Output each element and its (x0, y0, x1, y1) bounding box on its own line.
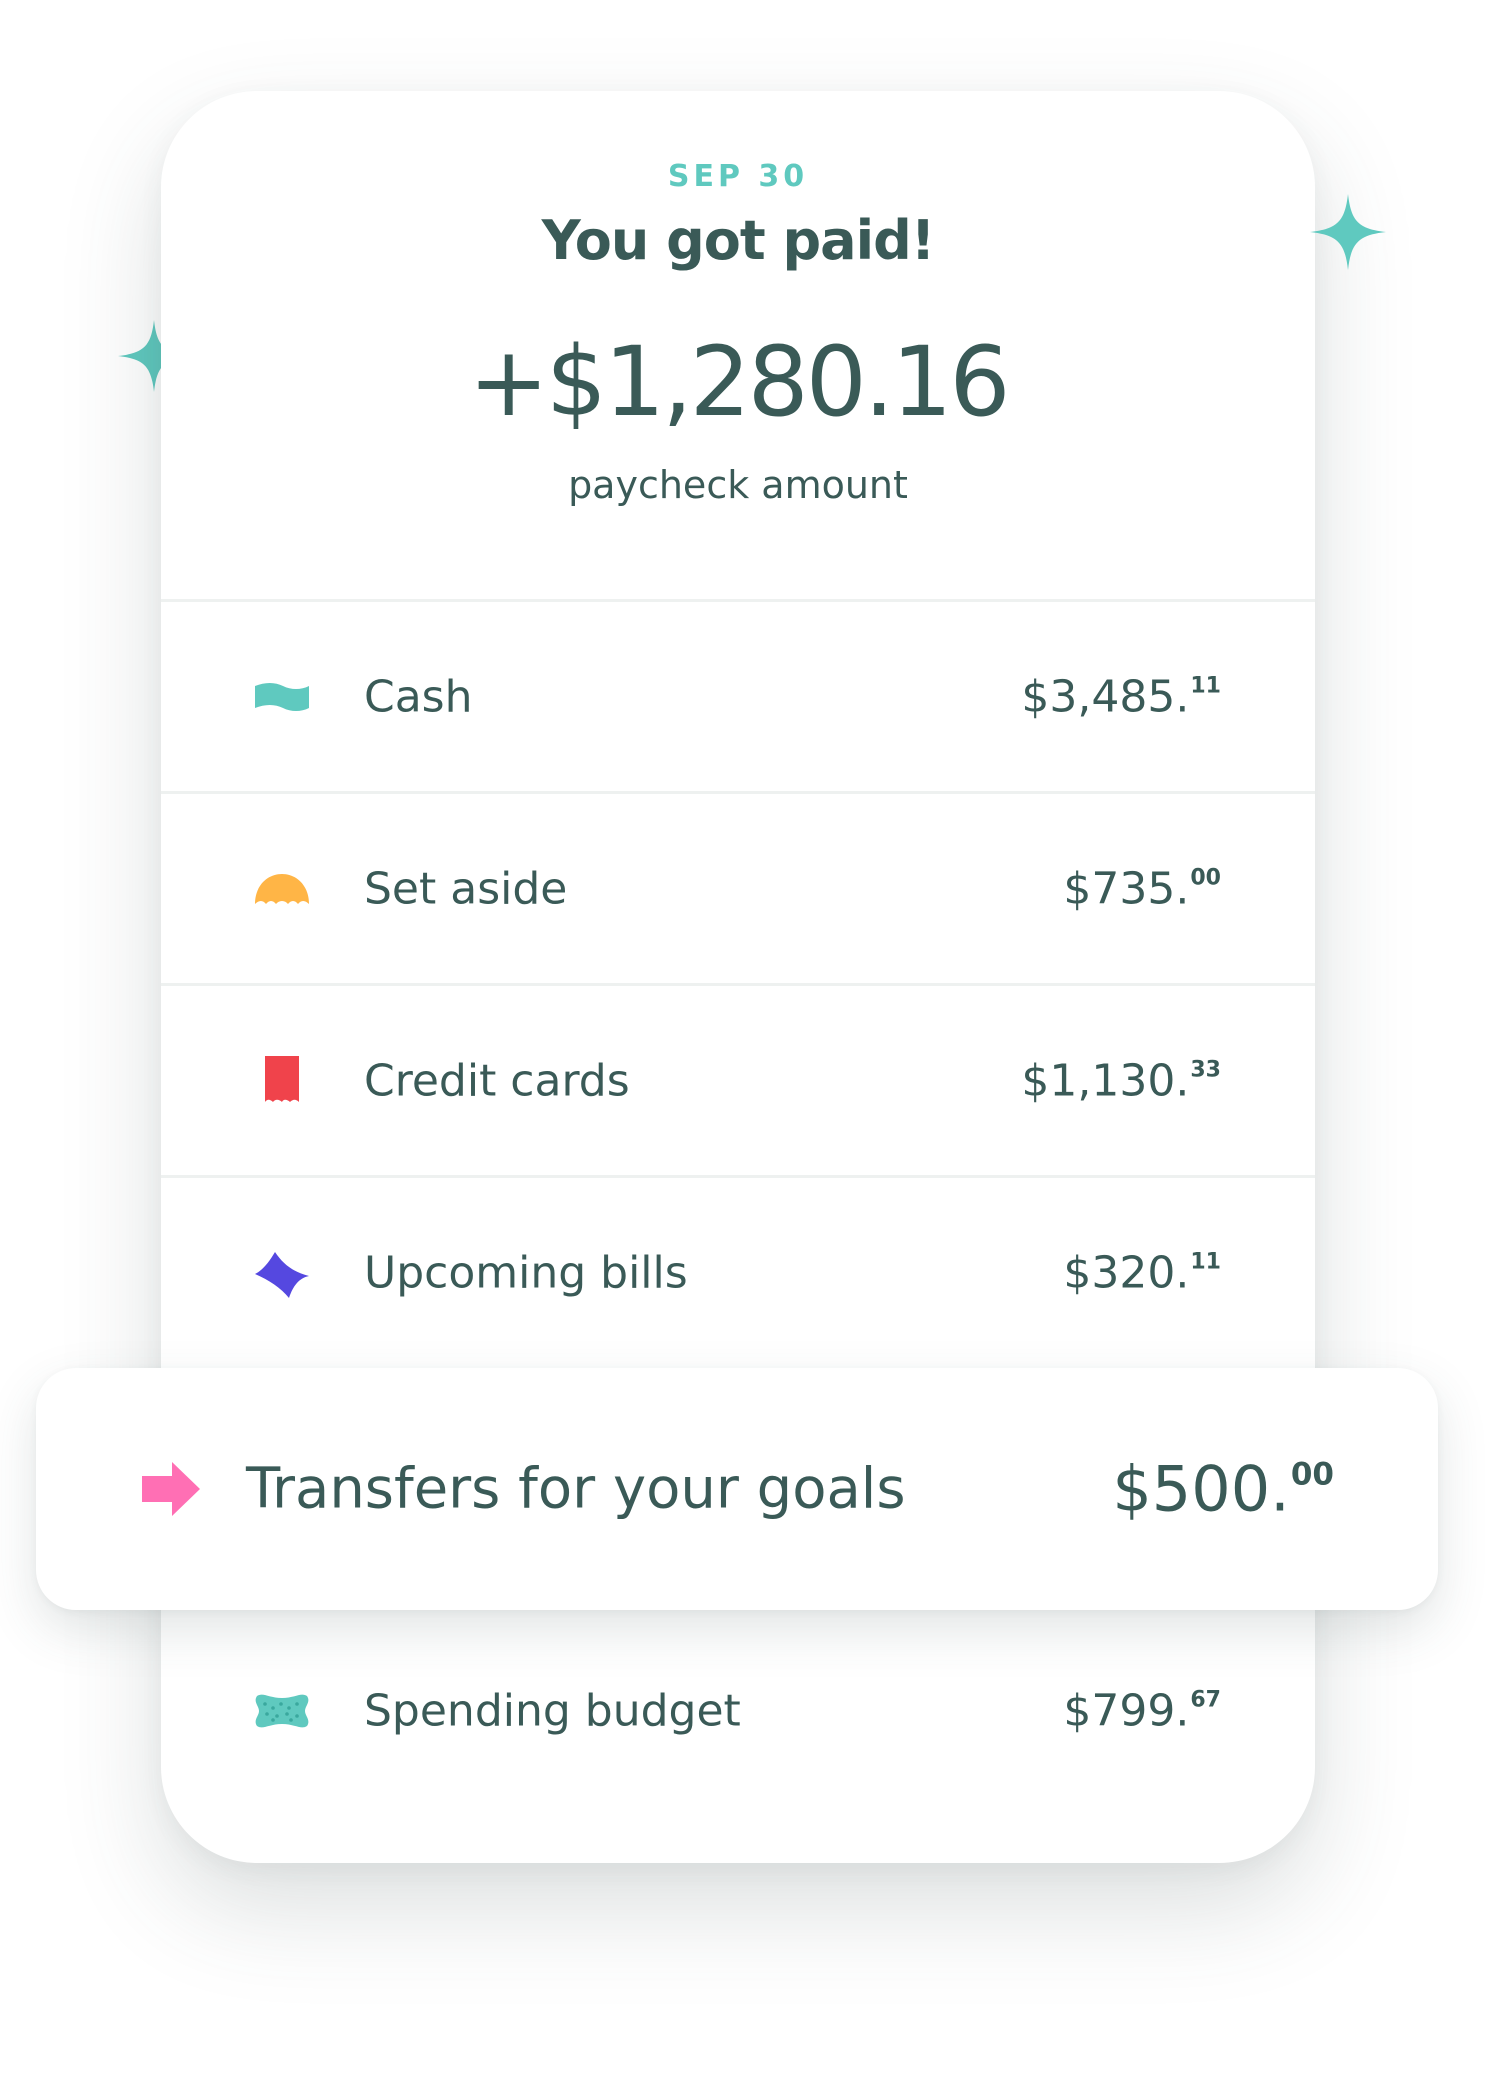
category-label: Spending budget (364, 1685, 741, 1737)
category-label: Credit cards (364, 1055, 630, 1106)
sparkle-icon (1310, 194, 1386, 270)
category-row-spending-budget[interactable]: Spending budget $799.67 (161, 1615, 1315, 1807)
diamond-wave-icon (253, 1244, 311, 1302)
category-row-credit-cards[interactable]: Credit cards $1,130.33 (161, 983, 1315, 1175)
category-row-upcoming-bills[interactable]: Upcoming bills $320.11 (161, 1175, 1315, 1367)
category-label: Set aside (364, 863, 568, 914)
category-row-cash[interactable]: Cash $3,485.11 (161, 599, 1315, 791)
category-label: Transfers for your goals (246, 1456, 906, 1522)
category-value: $500.00 (1112, 1452, 1334, 1526)
paycheck-title: You got paid! (541, 209, 936, 272)
bone-pattern-icon (253, 1682, 311, 1740)
category-value: $1,130.33 (1021, 1055, 1221, 1106)
cash-bill-icon (253, 668, 311, 726)
category-label: Cash (364, 671, 473, 722)
category-label: Upcoming bills (364, 1247, 688, 1298)
category-value: $3,485.11 (1021, 671, 1221, 722)
umbrella-icon (253, 860, 311, 918)
paycheck-amount: +$1,280.16 (468, 326, 1010, 438)
category-row-transfers-highlight[interactable]: Transfers for your goals $500.00 (36, 1368, 1438, 1610)
arrow-right-icon (140, 1458, 202, 1520)
category-row-set-aside[interactable]: Set aside $735.00 (161, 791, 1315, 983)
category-value: $320.11 (1063, 1247, 1221, 1298)
paycheck-header: SEP 30 You got paid! +$1,280.16 paycheck… (161, 91, 1315, 601)
category-value: $735.00 (1063, 863, 1221, 914)
category-value: $799.67 (1063, 1685, 1221, 1737)
paycheck-date: SEP 30 (667, 159, 809, 194)
receipt-icon (253, 1052, 311, 1110)
paycheck-subtitle: paycheck amount (568, 463, 908, 507)
